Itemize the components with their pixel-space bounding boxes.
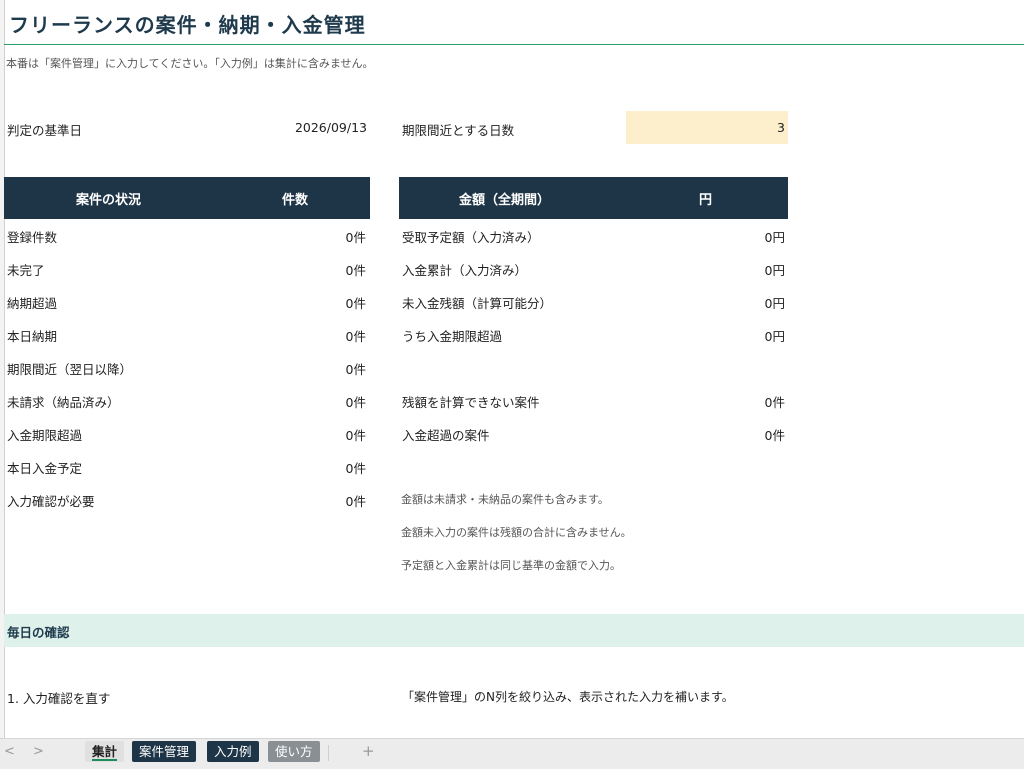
status-row-label: 入金期限超過 [7, 428, 83, 443]
instruction-note: 本番は「案件管理」に入力してください。「入力例」は集計に含みません。 [6, 57, 374, 70]
amount-row-value: 0円 [764, 296, 785, 311]
amount-extra-label: 入金超過の案件 [402, 428, 490, 443]
status-row-value: 0件 [345, 395, 366, 410]
status-row-label: 本日納期 [7, 329, 58, 344]
amount-note: 金額未入力の案件は残額の合計に含みません。 [401, 526, 632, 539]
status-header-count: 件数 [282, 193, 309, 208]
deadline-days-value[interactable]: 3 [690, 120, 785, 135]
base-date-label: 判定の基準日 [7, 123, 83, 138]
status-row-value: 0件 [345, 296, 366, 311]
status-row-label: 本日入金予定 [7, 461, 83, 476]
status-row-value: 0件 [345, 263, 366, 278]
status-row-value: 0件 [345, 329, 366, 344]
amount-extra-value: 0件 [764, 428, 785, 443]
status-row-value: 0件 [345, 494, 366, 509]
amount-row-value: 0円 [764, 329, 785, 344]
amount-row-label: 未入金残額（計算可能分） [402, 296, 553, 311]
amount-extra-label: 残額を計算できない案件 [402, 395, 540, 410]
daily-item-label: 1. 入力確認を直す [7, 691, 111, 706]
status-row-label: 未完了 [7, 263, 45, 278]
amount-row-label: 受取予定額（入力済み） [402, 230, 540, 245]
tab-input-example[interactable]: 入力例 [207, 741, 259, 762]
amount-note: 予定額と入金累計は同じ基準の金額で入力。 [401, 559, 621, 572]
amount-row-value: 0円 [764, 263, 785, 278]
amount-header-label: 金額（全期間） [459, 193, 551, 208]
status-row-label: 期限間近（翌日以降） [7, 362, 133, 377]
tab-summary-label: 集計 [92, 744, 118, 761]
tab-summary[interactable]: 集計 [85, 741, 125, 762]
amount-table-header [399, 177, 788, 219]
daily-section-band [4, 614, 1024, 647]
deadline-days-label: 期限間近とする日数 [402, 123, 515, 138]
tab-project-management[interactable]: 案件管理 [132, 741, 197, 762]
status-row-value: 0件 [345, 428, 366, 443]
page-title: フリーランスの案件・納期・入金管理 [9, 13, 366, 37]
chevron-right-icon[interactable]: > [33, 744, 44, 759]
add-sheet-icon[interactable]: + [362, 742, 375, 760]
amount-row-label: うち入金期限超過 [402, 329, 503, 344]
daily-item-desc: 「案件管理」のN列を絞り込み、表示された入力を補います。 [402, 690, 734, 704]
amount-row-value: 0円 [764, 230, 785, 245]
status-row-value: 0件 [345, 230, 366, 245]
amount-extra-value: 0件 [764, 395, 785, 410]
amount-header-unit: 円 [699, 193, 713, 208]
sheet-area[interactable]: フリーランスの案件・納期・入金管理 本番は「案件管理」に入力してください。「入力… [0, 0, 1024, 738]
tab-separator [328, 745, 329, 761]
status-row-value: 0件 [345, 461, 366, 476]
title-underline [4, 44, 1024, 45]
status-row-label: 登録件数 [7, 230, 58, 245]
base-date-value[interactable]: 2026/09/13 [270, 120, 367, 135]
status-row-value: 0件 [345, 362, 366, 377]
status-row-label: 入力確認が必要 [7, 494, 95, 509]
status-row-label: 未請求（納品済み） [7, 395, 120, 410]
chevron-left-icon[interactable]: < [4, 744, 15, 759]
daily-section-title: 毎日の確認 [7, 625, 70, 640]
amount-note: 金額は未請求・未納品の案件も含みます。 [401, 493, 609, 506]
amount-row-label: 入金累計（入力済み） [402, 263, 528, 278]
tab-usage[interactable]: 使い方 [268, 741, 320, 762]
status-table-header [4, 177, 370, 219]
status-row-label: 納期超過 [7, 296, 58, 311]
status-header-label: 案件の状況 [76, 193, 142, 208]
